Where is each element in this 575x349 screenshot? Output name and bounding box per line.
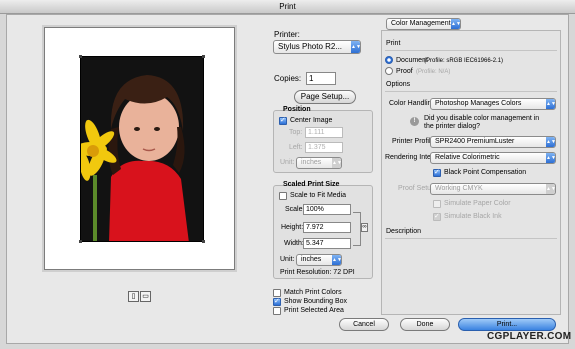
popup-arrow-icon: ▲▼	[332, 158, 342, 168]
simulate-black-ink-checkbox[interactable]	[433, 212, 441, 221]
color-handling-value: Photoshop Manages Colors	[435, 100, 522, 107]
cancel-button[interactable]: Cancel	[339, 318, 389, 331]
top-label: Top:	[289, 129, 303, 136]
description-heading: Description	[386, 228, 422, 235]
proof-radio[interactable]	[385, 67, 393, 75]
copies-field[interactable]: 1	[306, 72, 336, 85]
popup-arrow-icon: ▲▼	[332, 255, 342, 265]
bounding-handle-tl[interactable]	[79, 55, 82, 58]
document-profile: (Profile: sRGB IEC61966-2.1)	[424, 58, 504, 64]
height-field[interactable]: 7.972	[303, 222, 351, 233]
divider	[385, 238, 557, 239]
color-management-value: Color Management	[391, 20, 451, 27]
position-unit-popup[interactable]: inches ▲▼	[296, 157, 342, 169]
scaled-size-title: Scaled Print Size	[283, 181, 340, 188]
popup-arrow-icon: ▲▼	[546, 99, 556, 109]
color-handling-popup[interactable]: Photoshop Manages Colors ▲▼	[430, 98, 556, 110]
print-selected-area-checkbox[interactable]	[273, 307, 281, 315]
scale-to-fit-label: Scale to Fit Media	[290, 192, 347, 199]
document-radio[interactable]	[385, 56, 393, 64]
watermark: CGPLAYER.COM	[487, 331, 572, 342]
width-label: Width:	[284, 240, 304, 247]
proof-profile: (Profile: N/A)	[416, 69, 451, 75]
left-field[interactable]: 1.375	[305, 142, 343, 153]
rendering-intent-value: Relative Colorimetric	[435, 154, 500, 161]
top-field[interactable]: 1.111	[305, 127, 343, 138]
landscape-icon[interactable]: ▭	[140, 291, 151, 302]
done-button[interactable]: Done	[400, 318, 450, 331]
show-bounding-box-label: Show Bounding Box	[284, 298, 348, 305]
proof-setup-popup[interactable]: Working CMYK ▲▼	[430, 183, 556, 195]
options-heading: Options	[386, 81, 411, 88]
position-unit-value: inches	[301, 159, 322, 166]
constrain-bracket	[353, 212, 361, 246]
simulate-black-ink-label: Simulate Black Ink	[444, 213, 502, 220]
simulate-paper-color-checkbox[interactable]	[433, 200, 441, 208]
center-image-label: Center Image	[290, 117, 333, 124]
disable-color-note: Did you disable color management in the …	[424, 115, 540, 130]
divider	[385, 91, 557, 92]
info-icon: !	[410, 117, 419, 126]
print-heading: Print	[386, 40, 401, 47]
position-unit-label: Unit:	[280, 159, 295, 166]
printer-label: Printer:	[274, 30, 300, 39]
copies-label: Copies:	[274, 74, 302, 83]
preview-view-controls: ▯ ▭	[128, 291, 152, 302]
printer-profile-value: SPR2400 PremiumLuster	[435, 138, 515, 145]
portrait-icon[interactable]: ▯	[128, 291, 139, 302]
bounding-handle-bl[interactable]	[79, 240, 82, 243]
position-title: Position	[283, 106, 311, 113]
print-button[interactable]: Print...	[458, 318, 556, 331]
width-field[interactable]: 5.347	[303, 238, 351, 249]
printer-profile-popup[interactable]: SPR2400 PremiumLuster ▲▼	[430, 136, 556, 148]
bounding-handle-tr[interactable]	[202, 55, 205, 58]
scale-to-fit-checkbox[interactable]	[279, 192, 287, 200]
match-print-colors-label: Match Print Colors	[284, 289, 342, 296]
printer-value: Stylus Photo R2...	[278, 42, 343, 51]
color-management-popup[interactable]: Color Management ▲▼	[386, 18, 461, 30]
popup-arrow-icon: ▲▼	[451, 19, 461, 29]
simulate-paper-color-label: Simulate Paper Color	[444, 200, 511, 207]
scaled-unit-value: inches	[301, 256, 322, 263]
preview-image[interactable]	[80, 56, 204, 242]
left-label: Left:	[289, 144, 303, 151]
black-point-compensation-checkbox[interactable]	[433, 168, 441, 177]
page-setup-button[interactable]: Page Setup...	[294, 90, 356, 104]
scaled-unit-label: Unit:	[280, 256, 295, 263]
scale-label: Scale:	[285, 206, 305, 213]
bounding-handle-br[interactable]	[202, 240, 205, 243]
proof-label: Proof	[396, 68, 413, 75]
popup-arrow-icon: ▲▼	[546, 184, 556, 194]
rendering-intent-popup[interactable]: Relative Colorimetric ▲▼	[430, 152, 556, 164]
divider	[385, 50, 557, 51]
scale-field[interactable]: 100%	[303, 204, 351, 215]
print-selected-area-label: Print Selected Area	[284, 307, 344, 314]
center-image-checkbox[interactable]	[279, 116, 287, 125]
popup-arrow-icon: ▲▼	[546, 137, 556, 147]
proof-setup-value: Working CMYK	[435, 185, 483, 192]
match-print-colors-checkbox[interactable]	[273, 289, 281, 297]
scaled-unit-popup[interactable]: inches ▲▼	[296, 254, 342, 266]
printer-popup[interactable]: Stylus Photo R2... ▲▼	[273, 40, 361, 54]
link-icon[interactable]: ∞	[361, 223, 368, 232]
show-bounding-box-checkbox[interactable]	[273, 297, 281, 306]
print-resolution: Print Resolution: 72 DPI	[280, 269, 355, 276]
black-point-compensation-label: Black Point Compensation	[444, 169, 527, 176]
popup-arrow-icon: ▲▼	[351, 41, 360, 53]
popup-arrow-icon: ▲▼	[546, 153, 556, 163]
height-label: Height:	[281, 224, 304, 231]
window-title: Print	[0, 0, 575, 14]
